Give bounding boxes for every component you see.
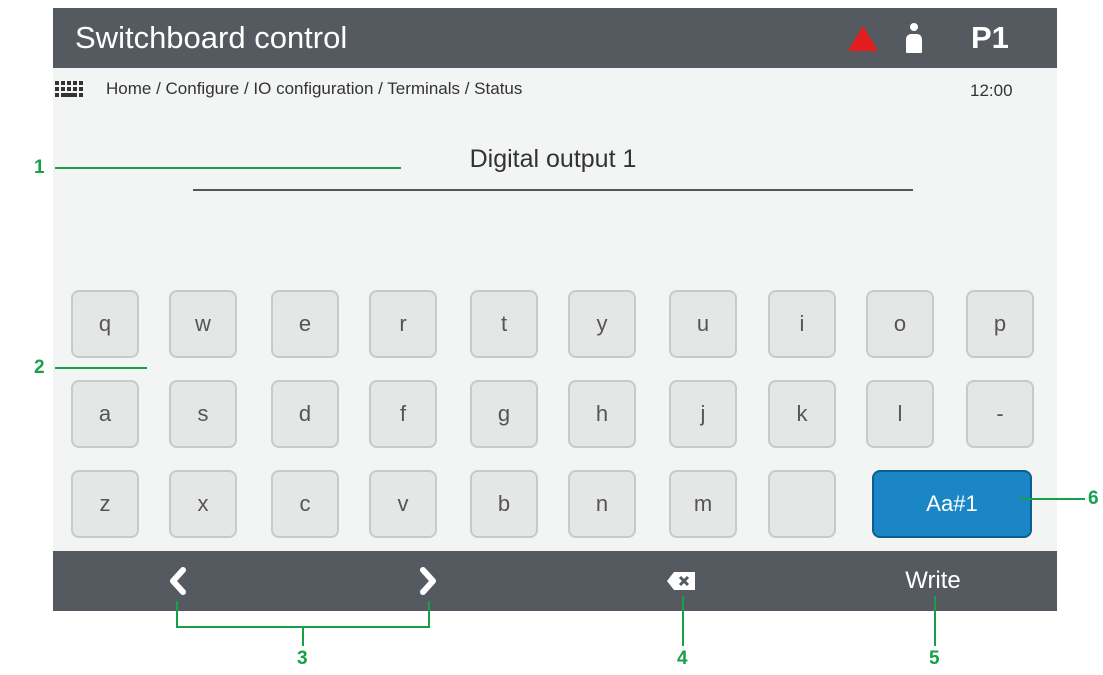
key-q[interactable]: q	[71, 290, 139, 358]
callout-2: 2	[34, 357, 45, 378]
key-k[interactable]: k	[768, 380, 836, 448]
key-d[interactable]: d	[271, 380, 339, 448]
key-l[interactable]: l	[866, 380, 934, 448]
clock: 12:00	[970, 81, 1013, 100]
keyboard-mode-button[interactable]: Aa#1	[872, 470, 1032, 538]
key-t[interactable]: t	[470, 290, 538, 358]
key-v[interactable]: v	[369, 470, 437, 538]
key-y[interactable]: y	[568, 290, 636, 358]
password-level-badge[interactable]: P1	[971, 20, 1009, 56]
key-b[interactable]: b	[470, 470, 538, 538]
key-m[interactable]: m	[669, 470, 737, 538]
key-z[interactable]: z	[71, 470, 139, 538]
warning-triangle-icon[interactable]	[848, 26, 878, 51]
key-w[interactable]: w	[169, 290, 237, 358]
callout-5: 5	[929, 648, 940, 669]
key-e[interactable]: e	[271, 290, 339, 358]
key-i[interactable]: i	[768, 290, 836, 358]
callout-line-4	[682, 596, 684, 646]
bottom-nav-bar: Write	[53, 551, 1057, 611]
key-x[interactable]: x	[169, 470, 237, 538]
key-s[interactable]: s	[169, 380, 237, 448]
text-input-value[interactable]: Digital output 1	[193, 145, 913, 174]
key-n[interactable]: n	[568, 470, 636, 538]
page-title: Switchboard control	[75, 20, 348, 55]
key-f[interactable]: f	[369, 380, 437, 448]
backspace-icon	[667, 572, 695, 590]
callout-line-3	[302, 626, 304, 646]
key-u[interactable]: u	[669, 290, 737, 358]
key-a[interactable]: a	[71, 380, 139, 448]
key-c[interactable]: c	[271, 470, 339, 538]
chevron-right-icon	[420, 567, 436, 595]
callout-bracket-left	[176, 601, 178, 627]
hmi-screen: Switchboard control P1 Home / Configure …	[53, 8, 1057, 611]
callout-line-1	[55, 167, 401, 169]
cursor-left-button[interactable]	[153, 551, 203, 611]
callout-6: 6	[1088, 488, 1099, 509]
key-p[interactable]: p	[966, 290, 1034, 358]
key-j[interactable]: j	[669, 380, 737, 448]
key-o[interactable]: o	[866, 290, 934, 358]
backspace-button[interactable]	[656, 551, 706, 611]
callout-1: 1	[34, 157, 45, 178]
chevron-left-icon	[170, 567, 186, 595]
breadcrumb[interactable]: Home / Configure / IO configuration / Te…	[106, 79, 522, 99]
key-g[interactable]: g	[470, 380, 538, 448]
key-space[interactable]	[768, 470, 836, 538]
callout-line-6	[1020, 498, 1085, 500]
callout-line-5	[934, 596, 936, 646]
callout-4: 4	[677, 648, 688, 669]
key-hyphen[interactable]: -	[966, 380, 1034, 448]
key-h[interactable]: h	[568, 380, 636, 448]
text-input-underline	[193, 189, 913, 191]
key-r[interactable]: r	[369, 290, 437, 358]
callout-line-2	[55, 367, 147, 369]
callout-3: 3	[297, 648, 308, 669]
callout-bracket-right	[428, 601, 430, 627]
keyboard-icon	[55, 81, 85, 97]
write-button[interactable]: Write	[883, 551, 983, 611]
title-bar: Switchboard control P1	[53, 8, 1057, 68]
user-icon[interactable]	[906, 23, 922, 53]
